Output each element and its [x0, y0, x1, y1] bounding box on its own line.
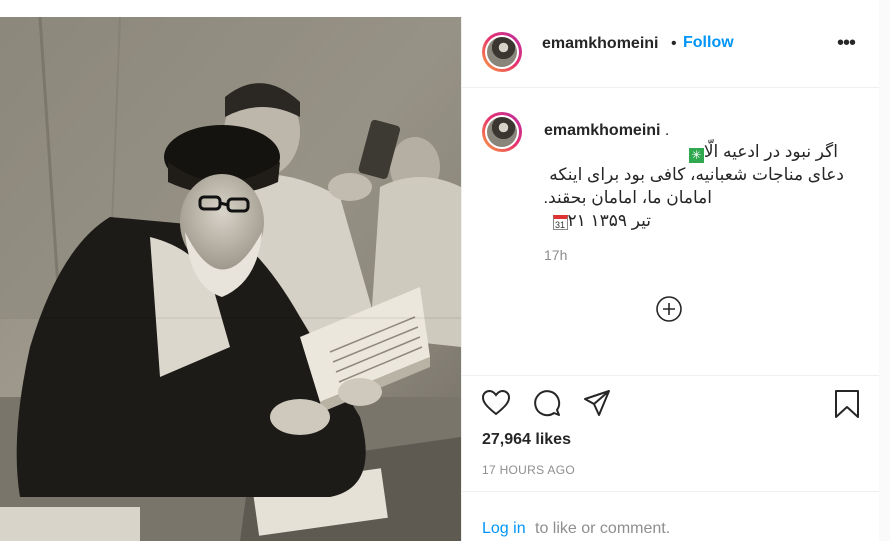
login-prompt-text: to like or comment.	[535, 520, 671, 537]
bookmark-icon[interactable]	[832, 388, 862, 420]
share-icon[interactable]	[582, 388, 612, 418]
heart-icon[interactable]	[481, 388, 511, 418]
post-photo	[0, 17, 461, 541]
post-timestamp: 17 HOURS AGO	[482, 463, 575, 477]
caption-avatar[interactable]	[482, 112, 522, 152]
more-options-icon[interactable]: •••	[837, 32, 856, 55]
caption-line-1-text: اگر نبود در ادعیه الّا	[703, 142, 838, 161]
caption-username[interactable]: emamkhomeini	[544, 122, 660, 139]
avatar-ring-inner	[485, 35, 519, 69]
header-username[interactable]: emamkhomeini	[542, 35, 658, 53]
photo-scene	[0, 17, 461, 541]
caption-line-4: تیر ۱۳۵۹ ۲۱31	[549, 211, 652, 231]
caption-time-ago: 17h	[544, 247, 568, 263]
caption-line-1: اگر نبود در ادعیه الّا✳	[685, 142, 838, 163]
caption-line-3: امامان ما، امامان بحقند.	[543, 188, 712, 207]
login-link[interactable]: Log in	[482, 520, 526, 538]
likes-count[interactable]: 27,964 likes	[482, 431, 571, 449]
caption-username-suffix: .	[660, 122, 670, 139]
post-actions: 27,964 likes 17 HOURS AGO Log in to like…	[462, 375, 880, 542]
avatar-image	[487, 37, 517, 67]
plus-circle-icon[interactable]	[655, 295, 683, 323]
caption-avatar-image	[487, 117, 517, 147]
post-side-panel: emamkhomeini • Follow ••• emamkhomeini .…	[461, 17, 880, 541]
sparkle-emoji-icon: ✳	[688, 148, 704, 163]
caption-line-2: دعای مناجات شعبانیه، کافی بود برای اینکه	[549, 165, 844, 184]
caption-line-4-text: تیر ۱۳۵۹ ۲۱	[567, 211, 652, 230]
calendar-emoji-icon: 31	[552, 215, 568, 230]
login-prompt: Log in to like or comment.	[462, 491, 880, 543]
caption-username-line: emamkhomeini .	[544, 122, 669, 140]
avatar[interactable]	[482, 32, 522, 72]
follow-button[interactable]: Follow	[683, 34, 734, 52]
post-header: emamkhomeini • Follow •••	[462, 17, 880, 88]
page-gutter	[879, 0, 890, 541]
follow-separator: •	[671, 35, 677, 52]
caption-avatar-ring-inner	[485, 115, 519, 149]
comment-icon[interactable]	[532, 388, 562, 418]
